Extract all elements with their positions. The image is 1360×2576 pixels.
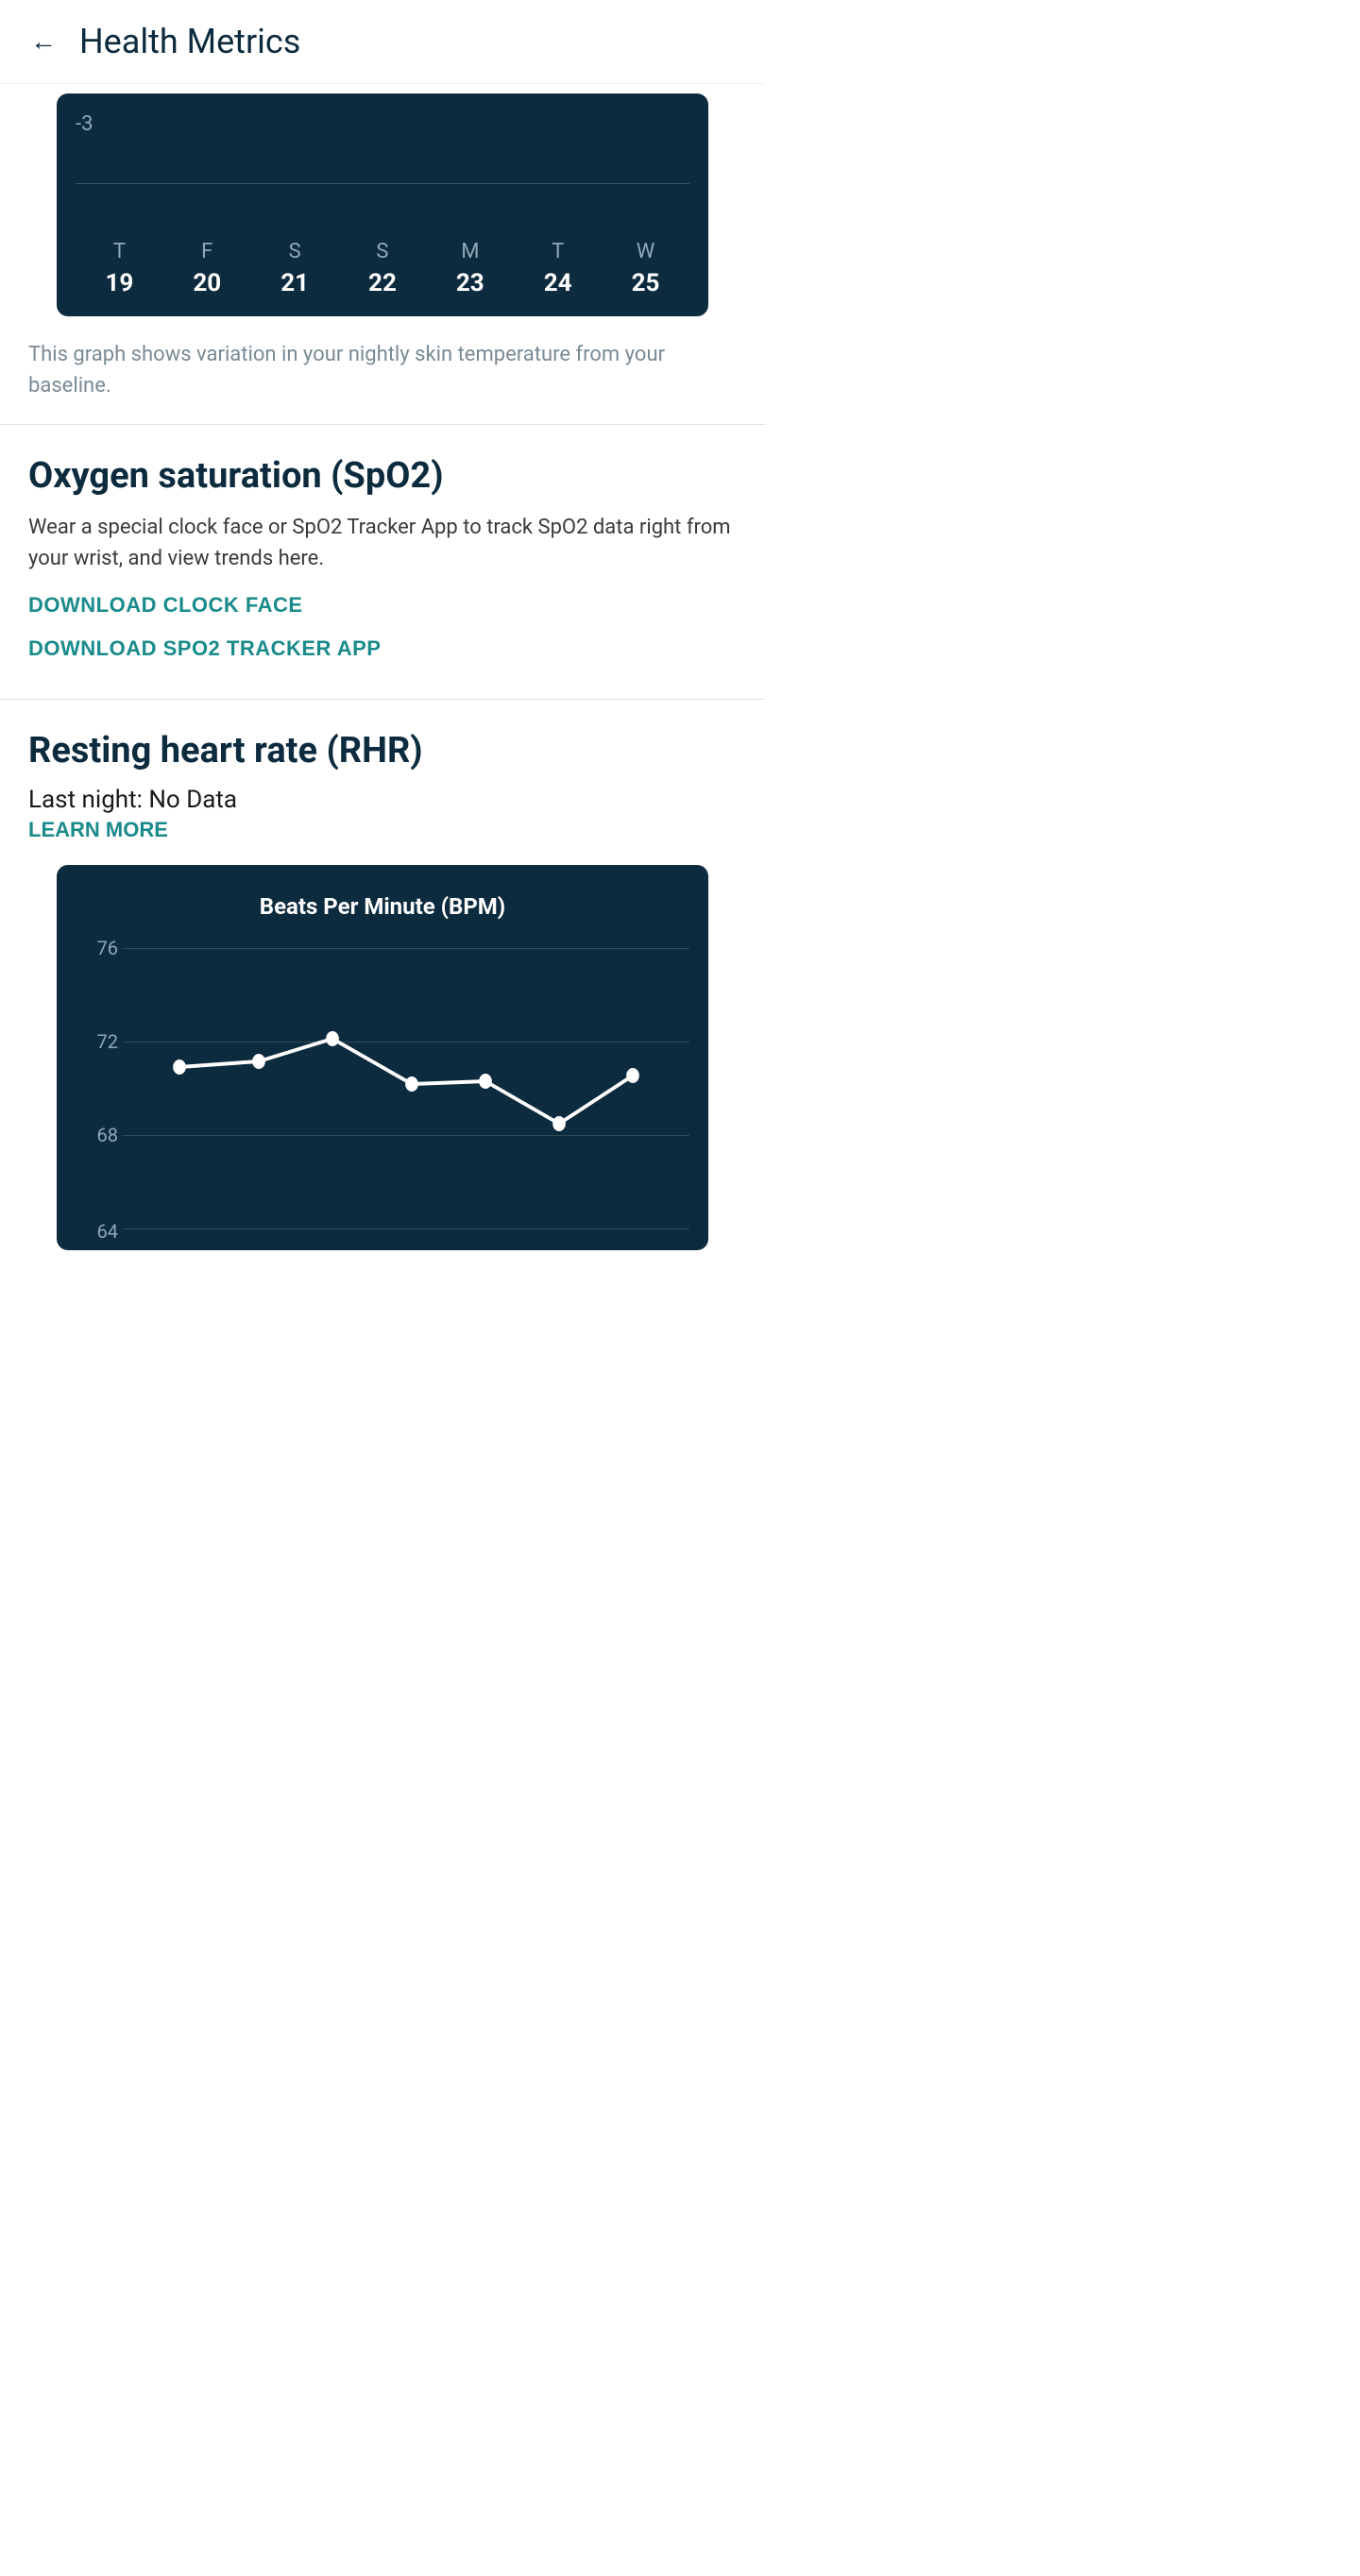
day-letter-3: S	[376, 240, 388, 263]
day-letter-5: T	[552, 240, 564, 263]
day-letter-1: F	[201, 240, 212, 263]
bpm-y-label-64: 64	[76, 1220, 118, 1243]
chart-day-6: W 25	[632, 240, 660, 297]
page-title: Health Metrics	[79, 22, 300, 61]
bpm-y-label-76: 76	[76, 937, 118, 959]
spo2-description: Wear a special clock face or SpO2 Tracke…	[28, 512, 737, 574]
chart-day-3: S 22	[368, 240, 397, 297]
day-number-3: 22	[368, 269, 397, 297]
chart-y-label: -3	[76, 112, 689, 136]
bpm-dot-5	[552, 1116, 566, 1131]
rhr-learn-more-button[interactable]: LEARN MORE	[28, 818, 168, 842]
day-number-1: 20	[193, 269, 221, 297]
day-letter-0: T	[113, 240, 126, 263]
rhr-title: Resting heart rate (RHR)	[28, 730, 737, 773]
skin-temp-chart: -3 T 19 F 20 S 21 S 22 M 23	[57, 93, 708, 316]
day-letter-2: S	[289, 240, 301, 263]
bpm-dot-2	[326, 1031, 339, 1046]
chart-days-row: T 19 F 20 S 21 S 22 M 23 T 24	[76, 240, 689, 297]
bpm-chart-container: Beats Per Minute (BPM) 76 72 68 64	[57, 865, 708, 1250]
spo2-title: Oxygen saturation (SpO2)	[28, 455, 737, 499]
chart-day-0: T 19	[106, 240, 134, 297]
chart-baseline	[76, 183, 689, 184]
spo2-section: Oxygen saturation (SpO2) Wear a special …	[0, 425, 765, 699]
bpm-y-label-72: 72	[76, 1030, 118, 1053]
skin-temp-description: This graph shows variation in your night…	[0, 316, 765, 424]
bpm-y-label-68: 68	[76, 1124, 118, 1146]
day-number-4: 23	[456, 269, 484, 297]
back-button[interactable]: ←	[23, 19, 64, 64]
day-number-0: 19	[106, 269, 134, 297]
bpm-chart-area: 76 72 68 64	[76, 948, 689, 1231]
chart-day-1: F 20	[193, 240, 221, 297]
day-number-2: 21	[280, 269, 309, 297]
download-clock-face-button[interactable]: DOWNLOAD CLOCK FACE	[28, 593, 303, 618]
app-header: ← Health Metrics	[0, 0, 765, 84]
chart-day-5: T 24	[544, 240, 572, 297]
rhr-last-night: Last night: No Data	[28, 786, 737, 814]
chart-area	[76, 145, 689, 221]
bpm-chart-title: Beats Per Minute (BPM)	[76, 893, 689, 920]
download-spo2-tracker-button[interactable]: DOWNLOAD SPO2 TRACKER APP	[28, 636, 381, 661]
skin-temp-chart-container: -3 T 19 F 20 S 21 S 22 M 23	[28, 93, 737, 316]
bpm-dot-3	[405, 1076, 418, 1092]
chart-day-4: M 23	[456, 240, 484, 297]
bpm-dot-0	[173, 1059, 186, 1075]
bpm-dot-1	[252, 1054, 265, 1069]
rhr-section: Resting heart rate (RHR) Last night: No …	[0, 700, 765, 1270]
bpm-dot-6	[626, 1068, 639, 1083]
bpm-dot-4	[479, 1074, 492, 1089]
day-letter-4: M	[461, 240, 479, 263]
chart-day-2: S 21	[280, 240, 309, 297]
bpm-line-chart	[123, 948, 689, 1231]
day-letter-6: W	[637, 240, 655, 263]
day-number-5: 24	[544, 269, 572, 297]
day-number-6: 25	[632, 269, 660, 297]
